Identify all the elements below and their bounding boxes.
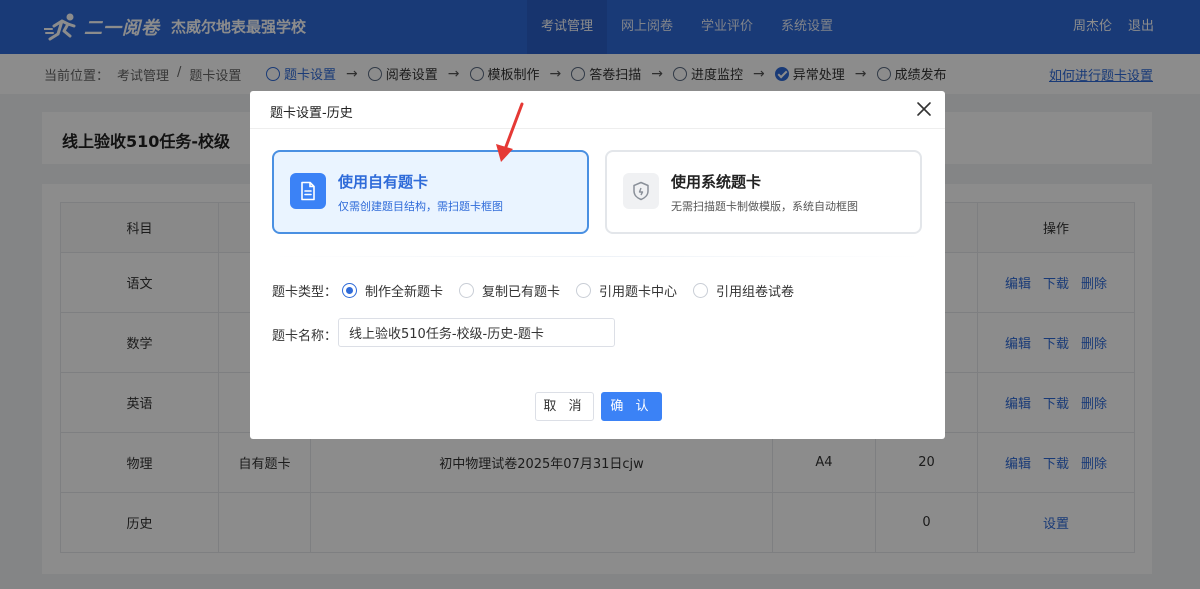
- dialog-title: 题卡设置-历史: [270, 106, 353, 121]
- card-settings-dialog: 题卡设置-历史 使用自有题卡 仅需创建题目结构，需扫题卡框图 使用系统题卡 无需…: [250, 91, 945, 439]
- option-title: 使用自有题卡: [338, 173, 429, 191]
- radio-copy-card[interactable]: 复制已有题卡: [459, 281, 560, 300]
- annotation-arrow-icon: [496, 102, 524, 162]
- radio-icon: [576, 283, 592, 298]
- cancel-button[interactable]: 取 消: [535, 392, 594, 421]
- radio-label: 引用题卡中心: [599, 285, 678, 300]
- card-name-input[interactable]: [338, 318, 615, 347]
- use-own-card-option[interactable]: 使用自有题卡 仅需创建题目结构，需扫题卡框图: [272, 150, 589, 234]
- section-divider: [272, 256, 922, 257]
- option-desc: 无需扫描题卡制做模版，系统自动框图: [671, 200, 858, 213]
- option-title: 使用系统题卡: [671, 173, 762, 191]
- radio-label: 复制已有题卡: [482, 285, 561, 300]
- document-icon: [290, 173, 326, 209]
- use-system-card-option[interactable]: 使用系统题卡 无需扫描题卡制做模版，系统自动框图: [605, 150, 922, 234]
- card-name-label: 题卡名称：: [272, 329, 338, 344]
- card-type-radio-group: 制作全新题卡 复制已有题卡 引用题卡中心 引用组卷试卷: [342, 281, 794, 300]
- close-icon[interactable]: [915, 100, 933, 118]
- radio-card-center[interactable]: 引用题卡中心: [576, 281, 677, 300]
- dialog-divider: [250, 128, 945, 129]
- shield-icon: [623, 173, 659, 209]
- radio-label: 引用组卷试卷: [716, 285, 795, 300]
- radio-label: 制作全新题卡: [365, 285, 444, 300]
- radio-new-card[interactable]: 制作全新题卡: [342, 281, 443, 300]
- radio-icon: [342, 283, 357, 298]
- radio-paper-reference[interactable]: 引用组卷试卷: [693, 281, 794, 300]
- confirm-button[interactable]: 确 认: [601, 392, 662, 421]
- radio-icon: [459, 283, 475, 298]
- radio-icon: [693, 283, 709, 298]
- option-desc: 仅需创建题目结构，需扫题卡框图: [338, 200, 503, 213]
- card-type-label: 题卡类型：: [272, 285, 338, 300]
